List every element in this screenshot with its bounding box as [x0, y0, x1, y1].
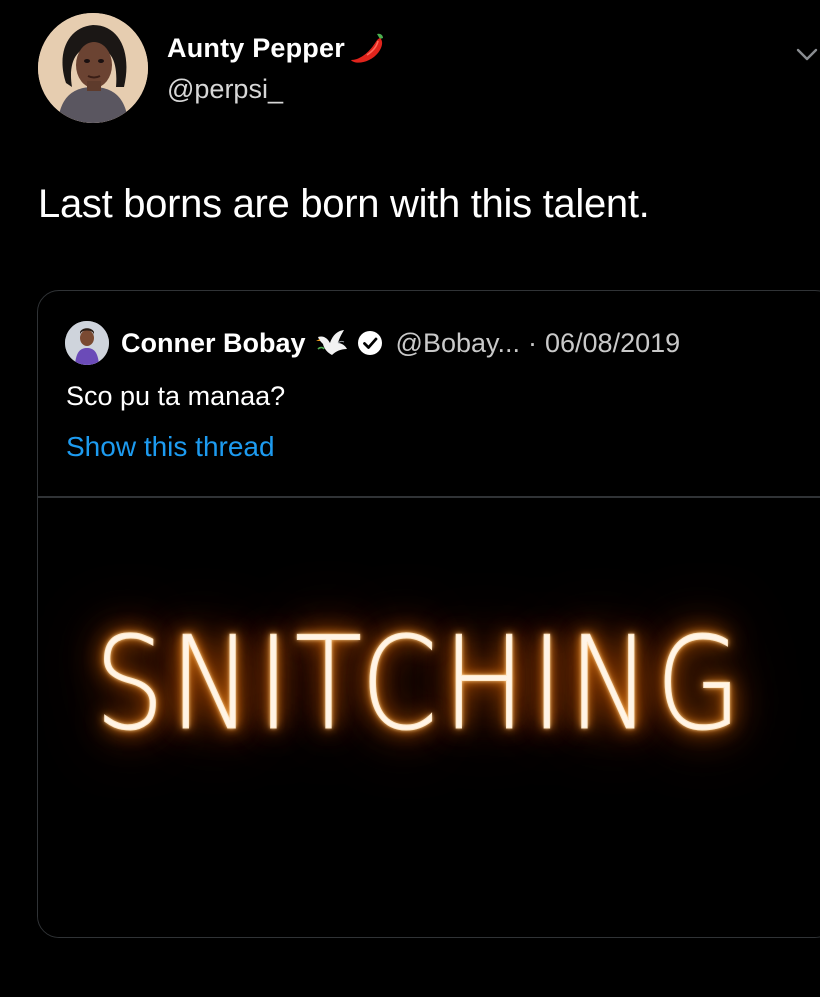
quoted-author-avatar[interactable]	[65, 321, 109, 365]
quoted-tweet-card[interactable]: Conner Bobay @Bobay... · 06/08/2019 Sco …	[37, 290, 820, 938]
verified-icon	[356, 329, 384, 357]
show-thread-link[interactable]: Show this thread	[66, 431, 275, 463]
quoted-author-handle[interactable]: @Bobay...	[396, 328, 520, 359]
dove-icon	[314, 327, 350, 359]
avatar[interactable]	[38, 13, 148, 123]
quoted-tweet-text: Sco pu ta manaa?	[66, 381, 286, 411]
quoted-tweet-header: Conner Bobay @Bobay... · 06/08/2019	[65, 321, 680, 365]
neon-sign-text: SNITCHING	[94, 610, 747, 760]
author-name[interactable]: Aunty Pepper	[167, 33, 345, 64]
author-name-row[interactable]: Aunty Pepper	[167, 30, 391, 66]
author-handle[interactable]: @perpsi_	[167, 74, 283, 105]
quoted-tweet-date[interactable]: 06/08/2019	[545, 328, 680, 359]
quoted-tweet-media[interactable]: SNITCHING	[38, 498, 820, 937]
chevron-down-icon[interactable]	[794, 44, 820, 64]
separator-dot: ·	[528, 327, 537, 358]
quoted-author-name[interactable]: Conner Bobay	[121, 328, 306, 359]
tweet-text: Last borns are born with this talent.	[38, 182, 650, 226]
pepper-icon	[347, 30, 391, 66]
tweet: Aunty Pepper @perpsi_ Last borns are bor…	[0, 0, 820, 997]
